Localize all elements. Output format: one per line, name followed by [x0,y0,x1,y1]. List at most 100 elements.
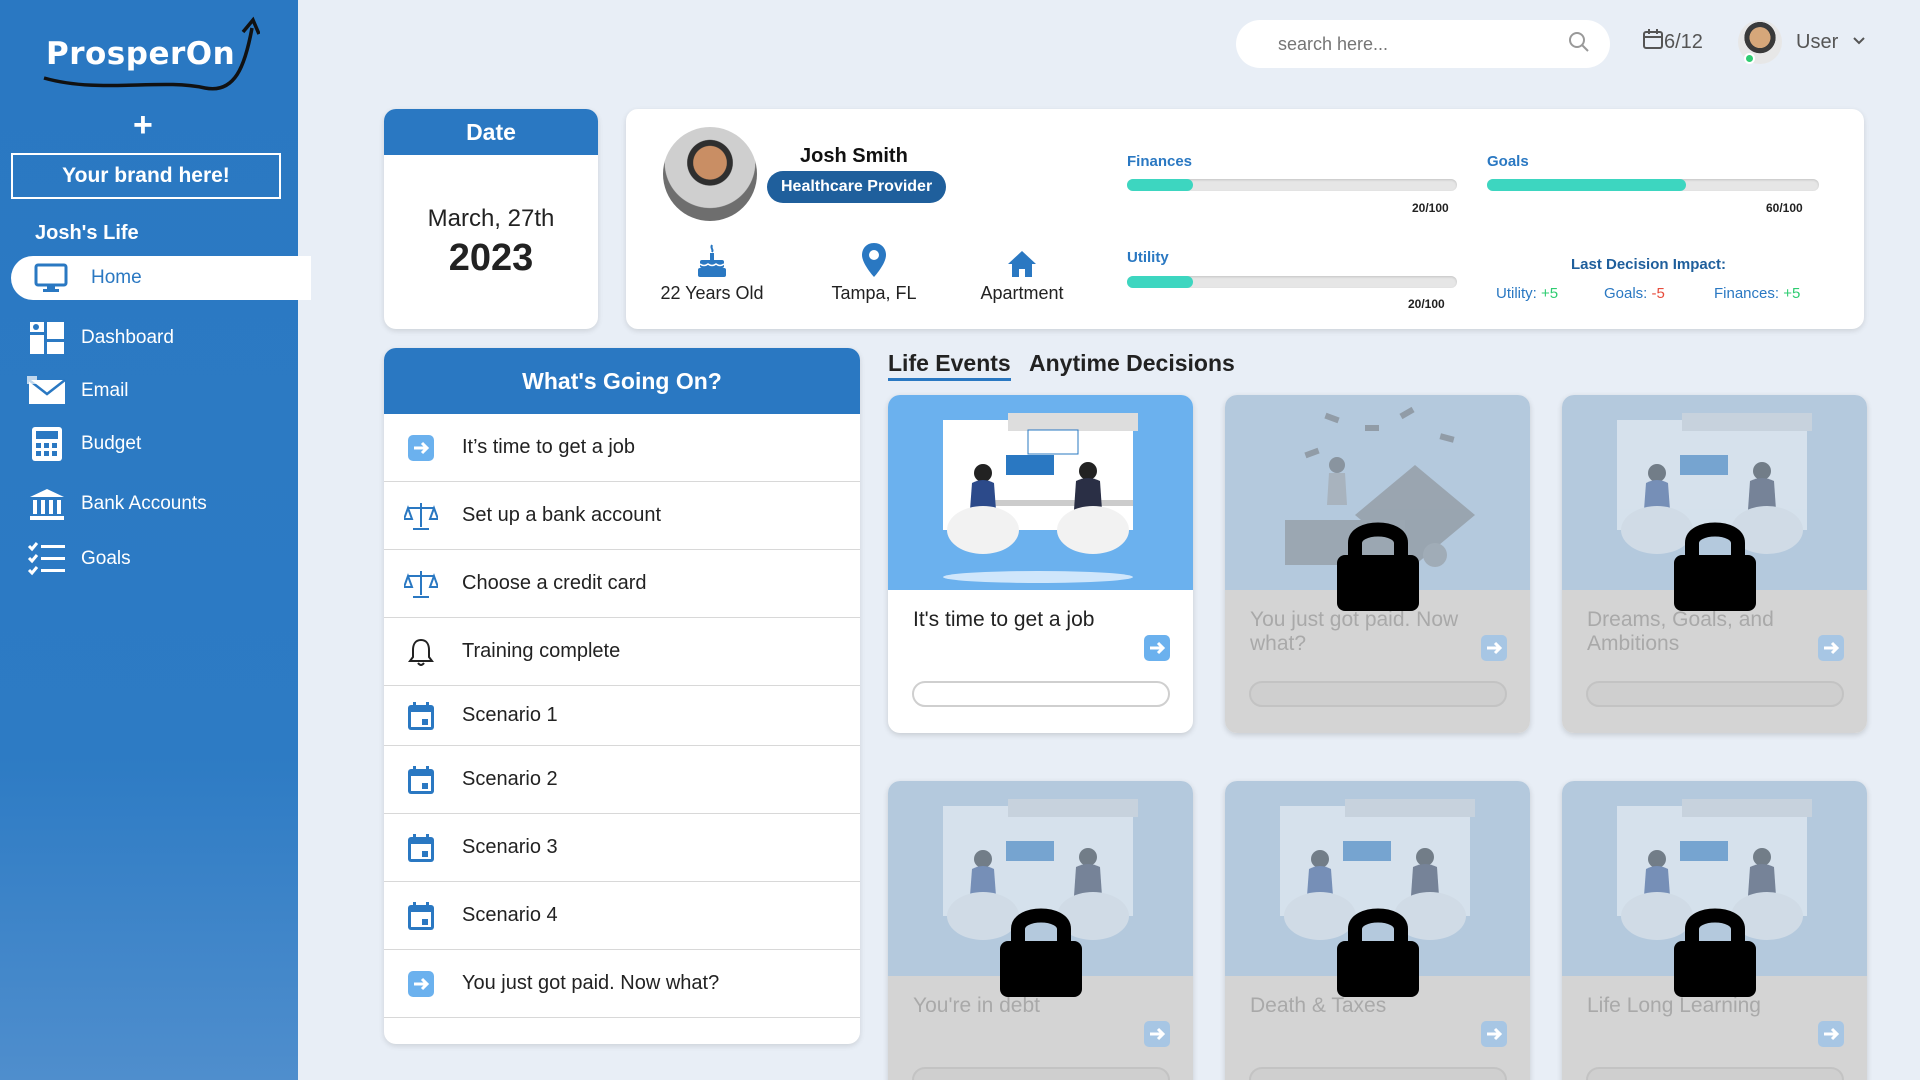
calendar-icon [404,701,438,731]
event-card-job[interactable]: It's time to get a job [888,395,1193,733]
job-interview-illustration [943,413,1138,583]
event-illustration [888,395,1193,590]
list-item-label: Scenario 1 [462,704,558,726]
list-item[interactable]: Scenario 3 [384,814,860,882]
list-item-label: Scenario 4 [462,904,558,926]
impact-utility: Utility: +5 [1496,285,1558,302]
list-item-label: It’s time to get a job [462,436,636,458]
list-item[interactable]: It’s time to get a job [384,414,860,482]
event-card-learning[interactable]: Life Long Learning [1562,781,1867,1080]
tab-anytime-decisions[interactable]: Anytime Decisions [1029,350,1235,377]
monitor-icon [31,258,71,298]
list-item-label: Scenario 2 [462,768,558,790]
bell-icon [404,637,438,667]
utility-progress-bar [1127,276,1457,288]
utility-progress-fill [1127,276,1193,288]
user-menu[interactable]: User [1738,20,1866,64]
whats-going-on-title: What's Going On? [384,348,860,414]
sidebar-item-home[interactable]: Home [11,256,311,300]
event-card-dreams[interactable]: Dreams, Goals, and Ambitions [1562,395,1867,733]
arrow-right-icon[interactable] [1480,1020,1508,1053]
arrow-right-icon [404,970,438,998]
birthday-cake-icon [696,239,728,279]
calendar-icon [404,765,438,795]
list-item[interactable]: Scenario 1 [384,686,860,746]
event-progress-bar [1586,1067,1844,1080]
arrow-right-icon [404,434,438,462]
sidebar-item-label: Bank Accounts [81,493,207,514]
email-icon [27,371,67,411]
event-title: You just got paid. Now what? [1250,608,1459,655]
list-item[interactable]: You just got paid. Now what? [384,950,860,1018]
list-item[interactable]: Choose a credit card [384,550,860,618]
event-body: It's time to get a job [888,590,1193,733]
logo-swoosh-icon [43,16,260,91]
profile-housing-text: Apartment [980,283,1064,303]
list-item-label: Set up a bank account [462,504,662,526]
calculator-icon [27,424,67,464]
location-pin-icon [860,239,888,279]
home-icon [1006,239,1038,279]
profile-housing: Apartment [962,239,1082,304]
header-date[interactable]: 6/12 [1642,28,1703,56]
event-card-paid[interactable]: You just got paid. Now what? [1225,395,1530,733]
arrow-right-icon[interactable] [1817,634,1845,667]
avatar[interactable] [1738,20,1782,64]
date-card: Date March, 27th 2023 [384,109,598,329]
prosperon-logo[interactable]: ProsperOn [40,16,260,96]
lock-icon [1674,908,1756,997]
impact-value: -5 [1651,285,1665,302]
profile-location: Tampa, FL [822,239,926,304]
lock-icon [1000,908,1082,997]
checklist-icon [27,539,67,579]
lock-icon [1337,908,1419,997]
profile-role-badge: Healthcare Provider [767,171,947,203]
sidebar-item-dashboard[interactable]: Dashboard [27,318,174,358]
impact-value: +5 [1783,285,1801,302]
search-box[interactable] [1236,20,1610,68]
list-item[interactable]: Scenario 2 [384,746,860,814]
profile-age-text: 22 Years Old [660,283,764,303]
tab-life-events[interactable]: Life Events [888,350,1011,381]
search-icon[interactable] [1568,31,1590,58]
life-section-title: Josh's Life [35,222,139,244]
chevron-down-icon[interactable] [1852,33,1866,51]
list-item-label: Choose a credit card [462,572,647,594]
event-card-death-taxes[interactable]: Death & Taxes [1225,781,1530,1080]
list-item[interactable]: Scenario 4 [384,882,860,950]
arrow-right-icon[interactable] [1143,634,1171,667]
scales-icon [404,501,438,531]
list-item[interactable]: Set up a bank account [384,482,860,550]
search-input[interactable] [1278,33,1558,55]
sidebar: ProsperOn + Your brand here! Josh's Life… [0,0,311,1080]
list-item-label: Scenario 3 [462,836,558,858]
lock-icon [1337,522,1419,611]
sidebar-item-goals[interactable]: Goals [27,539,131,579]
arrow-right-icon[interactable] [1143,1020,1171,1053]
arrow-right-icon[interactable] [1817,1020,1845,1053]
brand-placeholder[interactable]: Your brand here! [11,153,281,199]
header-date-text: 6/12 [1664,30,1703,53]
arrow-right-icon[interactable] [1480,634,1508,667]
list-item[interactable]: Training complete [384,618,860,686]
goals-value: 60/100 [1766,201,1803,215]
list-item-label: Training complete [462,640,621,662]
sidebar-item-label: Budget [81,433,142,454]
impact-finances: Finances: +5 [1714,285,1800,302]
profile-avatar [663,127,757,221]
date-month-day: March, 27th [427,205,555,232]
event-progress-bar [912,681,1170,707]
utility-value: 20/100 [1408,297,1445,311]
profile-age: 22 Years Old [660,239,764,304]
sidebar-item-bank-accounts[interactable]: Bank Accounts [27,484,207,524]
sidebar-item-label: Dashboard [81,327,174,348]
sidebar-item-label: Home [91,267,142,288]
goals-progress-fill [1487,179,1687,191]
sidebar-item-budget[interactable]: Budget [27,424,141,464]
event-card-debt[interactable]: You're in debt [888,781,1193,1080]
lock-icon [1674,522,1756,611]
finances-progress-fill [1127,179,1193,191]
calendar-icon [404,901,438,931]
add-brand-button[interactable]: + [133,108,153,142]
sidebar-item-email[interactable]: Email [27,371,129,411]
